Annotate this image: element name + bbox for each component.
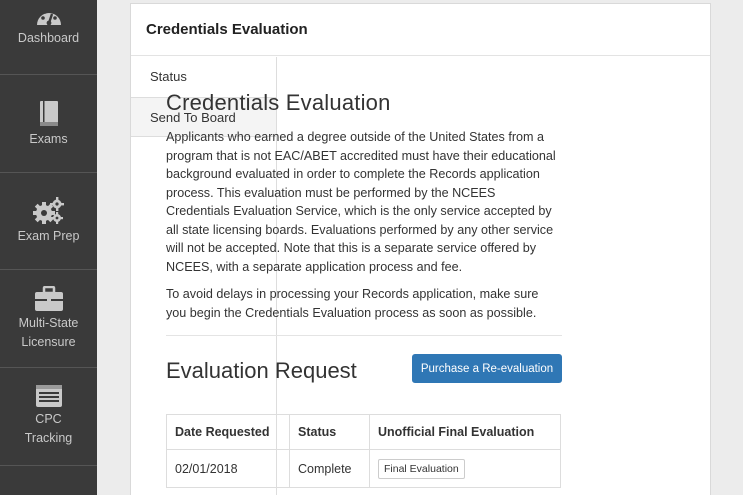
- sidebar-item-label: Exams: [29, 132, 68, 146]
- page-title: Credentials Evaluation: [166, 90, 391, 115]
- panel-title: Credentials Evaluation: [131, 4, 710, 56]
- divider: [166, 335, 562, 336]
- status-cell: Complete: [289, 449, 370, 488]
- evaluation-table: Date Requested Status Unofficial Final E…: [166, 414, 561, 488]
- sidebar-item-exam-prep[interactable]: Exam Prep: [0, 173, 97, 270]
- section-title: Evaluation Request: [166, 358, 357, 383]
- book-icon: [37, 100, 61, 130]
- final-evaluation-button[interactable]: Final Evaluation: [378, 458, 465, 479]
- briefcase-icon: [34, 286, 64, 314]
- sidebar-item-label: Exam Prep: [17, 229, 80, 243]
- column-header-status: Status: [289, 414, 370, 450]
- sidebar-item-exams[interactable]: Exams: [0, 75, 97, 173]
- column-header-final-evaluation: Unofficial Final Evaluation: [369, 414, 561, 450]
- sidebar: Dashboard Exams Exam Prep Multi-State Li…: [0, 0, 97, 495]
- intro-paragraph: Applicants who earned a degree outside o…: [166, 130, 556, 274]
- main-content: Credentials Evaluation Applicants who ea…: [166, 90, 562, 406]
- list-icon: [35, 384, 63, 410]
- table-row: 02/01/2018 Complete Final Evaluation: [166, 449, 561, 488]
- gears-icon: [32, 197, 65, 227]
- sidebar-item-label: Multi-State Licensure: [18, 316, 79, 349]
- action-cell: Final Evaluation: [369, 449, 561, 488]
- evaluation-request-header: Evaluation Request Purchase a Re-evaluat…: [166, 354, 562, 406]
- sidebar-item-label: CPC Tracking: [24, 412, 73, 445]
- column-header-date: Date Requested: [166, 414, 290, 450]
- sidebar-item-dashboard[interactable]: Dashboard: [0, 0, 97, 75]
- table-header-row: Date Requested Status Unofficial Final E…: [166, 414, 561, 450]
- purchase-reevaluation-button[interactable]: Purchase a Re-evaluation: [412, 354, 562, 383]
- sidebar-item-cpc-tracking[interactable]: CPC Tracking: [0, 368, 97, 466]
- advice-paragraph: To avoid delays in processing your Recor…: [166, 287, 539, 320]
- date-cell: 02/01/2018: [166, 449, 290, 488]
- gauge-icon: [34, 5, 64, 29]
- sidebar-item-multi-state-licensure[interactable]: Multi-State Licensure: [0, 270, 97, 368]
- sidebar-item-label: Dashboard: [17, 31, 80, 45]
